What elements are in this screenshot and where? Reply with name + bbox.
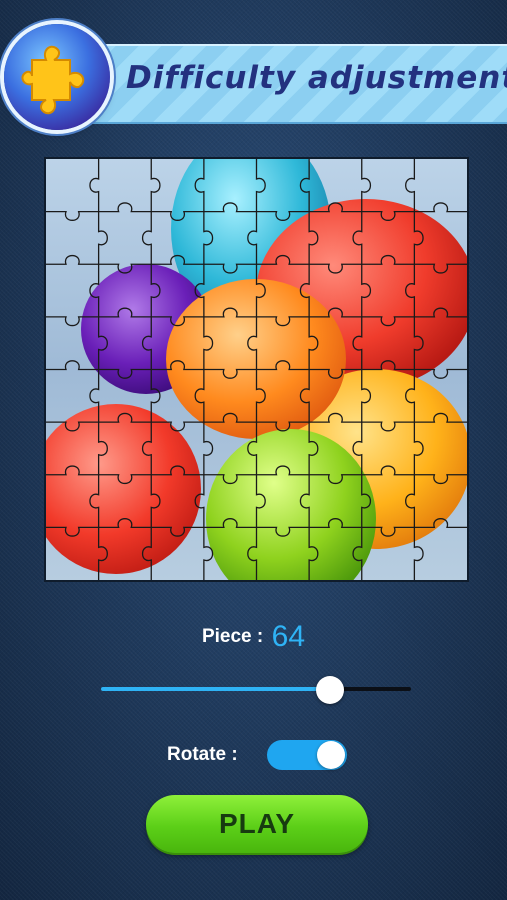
piece-count-slider[interactable] (101, 676, 411, 704)
piece-count-row: Piece : 64 (0, 620, 507, 654)
page-title: Difficulty adjustment (126, 60, 507, 96)
puzzle-image (46, 159, 467, 580)
rotate-toggle[interactable] (267, 740, 347, 770)
balloon-red-left (46, 404, 201, 574)
toggle-knob[interactable] (317, 741, 345, 769)
rotate-label: Rotate : (167, 744, 238, 765)
play-button[interactable]: PLAY (146, 795, 368, 853)
slider-fill (101, 687, 331, 691)
puzzle-preview (44, 157, 469, 582)
puzzle-piece-icon (21, 45, 85, 115)
piece-count-value: 64 (271, 620, 306, 653)
app-logo (4, 24, 110, 130)
piece-label: Piece : (201, 626, 264, 647)
slider-thumb[interactable] (316, 676, 345, 704)
